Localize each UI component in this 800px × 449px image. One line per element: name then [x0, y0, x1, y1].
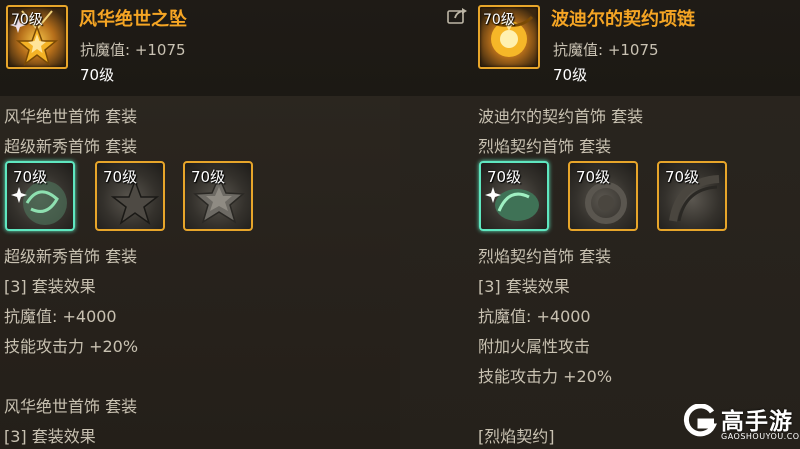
- left-set-slot-2[interactable]: 70级: [95, 161, 165, 231]
- right-item-icon[interactable]: 70级: [478, 5, 540, 69]
- set-line: 烈焰契约首饰 套装: [478, 247, 612, 266]
- slot-level-tag: 70级: [103, 168, 138, 186]
- set-line: [3] 套装效果: [4, 427, 96, 446]
- slot-level-tag: 70级: [191, 168, 226, 186]
- set-line: 附加火属性攻击: [478, 337, 591, 356]
- logo-domain: GAOSHOUYOU.COM: [721, 432, 800, 441]
- set-line: 风华绝世首饰 套装: [4, 107, 138, 126]
- set-line: 风华绝世首饰 套装: [4, 397, 138, 416]
- left-item-level: 70级: [80, 66, 115, 84]
- set-line: [烈焰契约]: [478, 427, 555, 446]
- left-item-stat: 抗魔值: +1075: [80, 41, 186, 59]
- right-item-level: 70级: [553, 66, 588, 84]
- set-line: 技能攻击力 +20%: [4, 337, 139, 356]
- item-level-tag: 70级: [483, 12, 515, 28]
- right-item-name: 波迪尔的契约项链: [551, 9, 695, 30]
- slot-level-tag: 70级: [576, 168, 611, 186]
- set-line: 超级新秀首饰 套装: [4, 247, 138, 266]
- left-tooltip-panel: 70级 风华绝世之坠 抗魔值: +1075 70级 风华绝世首饰 套装 超级新秀…: [0, 0, 400, 449]
- g-logo-icon: [683, 404, 717, 437]
- left-item-icon[interactable]: 70级: [6, 5, 68, 69]
- share-icon[interactable]: [447, 7, 469, 25]
- left-item-name: 风华绝世之坠: [79, 9, 187, 30]
- set-line: 超级新秀首饰 套装: [4, 137, 138, 156]
- set-line: 波迪尔的契约首饰 套装: [478, 107, 644, 126]
- right-tooltip-panel: 70级 波迪尔的契约项链 抗魔值: +1075 70级 波迪尔的契约首饰 套装 …: [400, 0, 800, 449]
- item-level-tag: 70级: [11, 12, 43, 28]
- right-set-slot-3[interactable]: 70级: [657, 161, 727, 231]
- set-line: 烈焰契约首饰 套装: [478, 137, 612, 156]
- gaoshouyou-logo: 高手游 GAOSHOUYOU.COM: [683, 402, 800, 446]
- logo-title: 高手游: [721, 409, 793, 435]
- set-line: [3] 套装效果: [4, 277, 96, 296]
- slot-level-tag: 70级: [665, 168, 700, 186]
- slot-level-tag: 70级: [487, 168, 522, 186]
- left-set-slot-1[interactable]: 70级: [5, 161, 75, 231]
- right-item-stat: 抗魔值: +1075: [553, 41, 659, 59]
- left-set-slot-3[interactable]: 70级: [183, 161, 253, 231]
- set-line: 抗魔值: +4000: [478, 307, 591, 326]
- set-line: 抗魔值: +4000: [4, 307, 117, 326]
- slot-level-tag: 70级: [13, 168, 48, 186]
- set-line: 技能攻击力 +20%: [478, 367, 613, 386]
- set-line: [3] 套装效果: [478, 277, 570, 296]
- right-set-slot-1[interactable]: 70级: [479, 161, 549, 231]
- right-set-slot-2[interactable]: 70级: [568, 161, 638, 231]
